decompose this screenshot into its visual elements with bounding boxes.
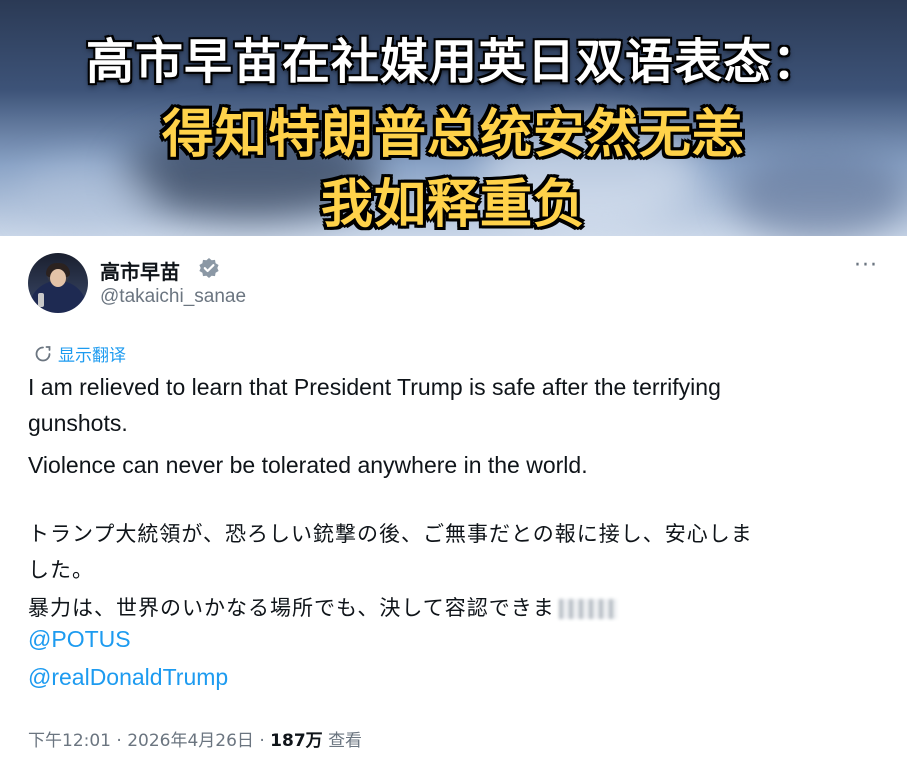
meta-separator: · (253, 731, 271, 751)
tweet-text-jp-line: 暴力は、世界のいかなる場所でも、決して容認できま (28, 596, 555, 620)
meta-separator: · (111, 731, 128, 751)
tweet-text-en-line: I am relieved to learn that President Tr… (28, 374, 721, 400)
tweet-text-en-line: Violence can never be tolerated anywhere… (28, 452, 588, 478)
view-count: 187万 (270, 731, 323, 751)
translate-link[interactable]: 显示翻译 (34, 341, 126, 366)
tweet-meta: 下午12:01 · 2026年4月26日 · 187万 查看 (28, 726, 362, 751)
mention-link[interactable]: @realDonaldTrump (28, 664, 228, 691)
tweet-text-jp-line-truncated: 暴力は、世界のいかなる場所でも、決して容認できま (28, 591, 617, 625)
avatar[interactable] (28, 253, 88, 313)
headline-line-3: 我如释重负 (320, 175, 586, 235)
avatar-microphone (38, 293, 44, 307)
display-name[interactable]: 高市早苗 (100, 256, 180, 285)
tweet-card: 高市早苗 @takaichi_sanae ··· 显示翻译 I am relie… (0, 236, 907, 762)
mention-link[interactable]: @POTUS (28, 626, 131, 653)
more-options-icon[interactable]: ··· (854, 255, 878, 277)
avatar-face (50, 269, 66, 287)
user-handle[interactable]: @takaichi_sanae (100, 286, 246, 308)
translate-label[interactable]: 显示翻译 (58, 341, 126, 366)
tweet-date[interactable]: 2026年4月26日 (127, 731, 254, 751)
news-banner: 高市早苗在社媒用英日双语表态： 得知特朗普总统安然无恙 我如释重负 (0, 0, 907, 236)
headline-line-1: 高市早苗在社媒用英日双语表态： (85, 34, 821, 90)
view-label: 查看 (328, 731, 363, 751)
tweet-time[interactable]: 下午12:01 (28, 731, 111, 751)
headline-line-2: 得知特朗普总统安然无恙 (161, 105, 745, 165)
tweet-text-jp-line: した。 (28, 558, 94, 582)
tweet-text-jp-line: トランプ大統領が、恐ろしい銃撃の後、ご無事だとの報に接し、安心しま (28, 522, 753, 546)
tweet-text-en-line: gunshots. (28, 410, 128, 436)
verified-badge-icon (199, 258, 219, 278)
translate-icon (35, 345, 51, 361)
obscured-text (558, 599, 617, 619)
